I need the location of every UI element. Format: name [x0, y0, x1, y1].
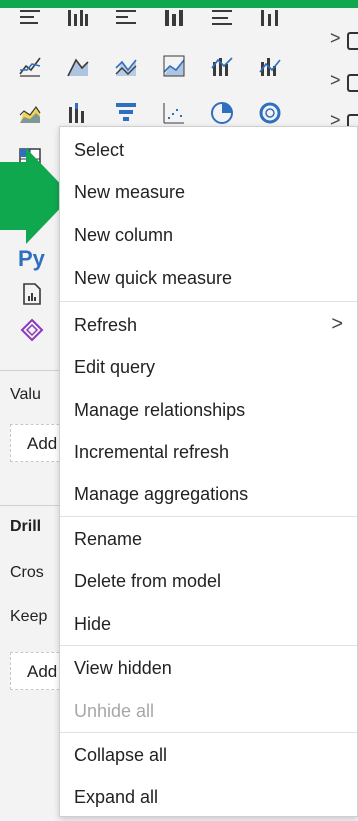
clustered-column-icon[interactable]: [210, 8, 234, 32]
100-percent-column-icon[interactable]: [258, 8, 282, 32]
menu-item-manage-aggregations[interactable]: Manage aggregations: [60, 477, 357, 511]
donut-chart-icon[interactable]: [210, 101, 234, 125]
line-chart-icon[interactable]: [18, 54, 42, 78]
pane-divider-1: [0, 370, 62, 371]
scatter-chart-icon[interactable]: [114, 101, 138, 125]
stacked-bar-icon[interactable]: [18, 8, 42, 32]
waterfall-chart-icon[interactable]: [18, 101, 42, 125]
menu-item-new-measure[interactable]: New measure: [60, 175, 357, 209]
menu-item-delete-from-model[interactable]: Delete from model: [60, 564, 357, 598]
menu-item-hide[interactable]: Hide: [60, 607, 357, 641]
menu-item-incremental-refresh[interactable]: Incremental refresh: [60, 435, 357, 469]
table-icon-1: [347, 32, 358, 50]
funnel-icon[interactable]: [66, 101, 90, 125]
stacked-column-icon[interactable]: [162, 8, 186, 32]
stacked-area-icon[interactable]: [114, 54, 138, 78]
menu-item-manage-relationships[interactable]: Manage relationships: [60, 393, 357, 427]
menu-item-refresh[interactable]: Refresh >: [60, 308, 357, 342]
100-percent-bar-icon[interactable]: [114, 8, 138, 32]
title-bar-strip: [0, 0, 358, 8]
python-visual-icon[interactable]: Py: [18, 246, 45, 272]
cross-report-label: Cros: [10, 564, 44, 581]
menu-item-collapse-all[interactable]: Collapse all: [60, 738, 357, 772]
paginated-report-icon[interactable]: [20, 282, 44, 306]
table-icon-2: [347, 74, 358, 92]
drill-through-heading: Drill: [10, 518, 42, 535]
line-stacked-column-icon[interactable]: [162, 54, 186, 78]
submenu-chevron-icon: >: [331, 313, 343, 335]
menu-item-edit-query[interactable]: Edit query: [60, 350, 357, 384]
menu-separator: [60, 516, 357, 517]
keep-filters-label: Keep: [10, 608, 48, 625]
values-well-label: Valu: [10, 386, 41, 403]
menu-separator: [60, 732, 357, 733]
context-menu: Select New measure New column New quick …: [59, 126, 358, 817]
menu-item-expand-all[interactable]: Expand all: [60, 780, 357, 814]
area-chart-icon[interactable]: [66, 54, 90, 78]
menu-item-select[interactable]: Select: [60, 133, 357, 167]
menu-item-rename[interactable]: Rename: [60, 522, 357, 556]
menu-item-new-column[interactable]: New column: [60, 218, 357, 252]
menu-item-unhide-all: Unhide all: [74, 701, 155, 721]
expand-table-chevron-2[interactable]: >: [330, 70, 341, 91]
ribbon-chart-icon[interactable]: [258, 54, 282, 78]
menu-item-new-quick-measure[interactable]: New quick measure: [60, 261, 357, 295]
menu-separator: [60, 301, 357, 302]
menu-item-view-hidden[interactable]: View hidden: [60, 651, 357, 685]
power-apps-icon[interactable]: [20, 318, 44, 342]
treemap-icon[interactable]: [258, 101, 282, 125]
clustered-bar-icon[interactable]: [66, 8, 90, 32]
menu-separator: [60, 645, 357, 646]
line-clustered-column-icon[interactable]: [210, 54, 234, 78]
pane-divider-2: [0, 505, 62, 506]
pie-chart-icon[interactable]: [162, 101, 186, 125]
expand-table-chevron-1[interactable]: >: [330, 28, 341, 49]
